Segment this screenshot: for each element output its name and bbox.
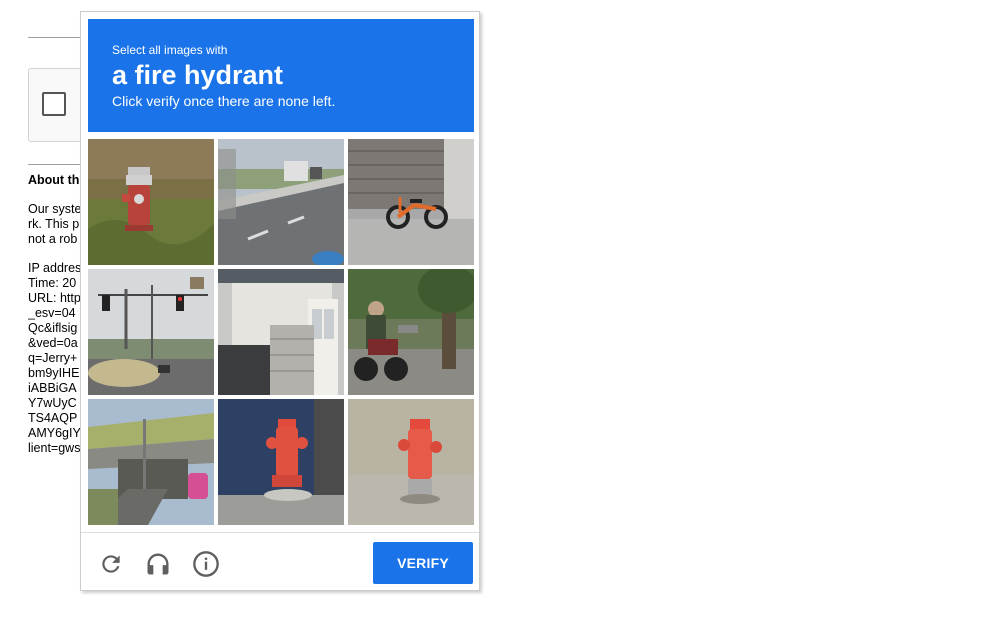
- info-line: AMY6gIY: [28, 426, 81, 440]
- info-line: q=Jerry+: [28, 351, 78, 365]
- tile-image-hydrant-grass: [88, 139, 214, 265]
- audio-challenge-button[interactable]: [143, 549, 173, 579]
- tile-image-hydrant-wall: [348, 399, 474, 525]
- about-section: About th Our syste rk. This p not a rob …: [28, 173, 88, 456]
- tile-image-motorcycle: [348, 269, 474, 395]
- image-tile[interactable]: [348, 139, 474, 265]
- image-tile[interactable]: [88, 139, 214, 265]
- help-info-button[interactable]: [191, 549, 221, 579]
- headphones-icon: [147, 553, 169, 575]
- image-tile[interactable]: [348, 269, 474, 395]
- image-tile[interactable]: [218, 269, 344, 395]
- tile-image-balance-bike: [348, 139, 474, 265]
- tile-image-road: [218, 139, 344, 265]
- info-line: IP addres: [28, 261, 82, 275]
- info-line: Y7wUyC: [28, 396, 77, 410]
- info-line: bm9yIHE: [28, 366, 80, 380]
- request-info: IP addres Time: 20 URL: http _esv=04 Qc&…: [28, 261, 88, 456]
- info-line: Time: 20: [28, 276, 77, 290]
- image-grid: [88, 139, 474, 525]
- page-divider-top: [28, 37, 88, 38]
- image-tile[interactable]: [348, 399, 474, 525]
- info-line: lient=gws: [28, 441, 81, 455]
- reload-button[interactable]: [96, 549, 126, 579]
- tile-image-hydrant-sidewalk: [218, 399, 344, 525]
- image-tile[interactable]: [88, 399, 214, 525]
- info-line: TS4AQP: [28, 411, 78, 425]
- recaptcha-checkbox[interactable]: [42, 92, 66, 116]
- reload-icon: [102, 555, 120, 573]
- tile-image-house-entrance: [218, 269, 344, 395]
- info-line: URL: http: [28, 291, 81, 305]
- target-object: a fire hydrant: [112, 60, 284, 90]
- captcha-challenge-dialog: Select all images with a fire hydrant Cl…: [80, 11, 480, 591]
- image-tile[interactable]: [218, 399, 344, 525]
- prompt-intro: Select all images with: [112, 43, 228, 57]
- image-tile[interactable]: [88, 269, 214, 395]
- paragraph-line: Our syste: [28, 202, 82, 216]
- tile-image-overpass: [88, 399, 214, 525]
- recaptcha-checkbox-widget: [28, 68, 88, 142]
- info-line: _esv=04: [28, 306, 76, 320]
- about-heading: About th: [28, 173, 80, 187]
- info-line: iABBiGA: [28, 381, 77, 395]
- page-divider-middle: [28, 164, 88, 165]
- info-icon: [193, 551, 219, 577]
- info-line: &ved=0a: [28, 336, 78, 350]
- challenge-header: Select all images with a fire hydrant Cl…: [88, 19, 474, 132]
- about-paragraph: Our syste rk. This p not a rob: [28, 202, 88, 247]
- paragraph-line: not a rob: [28, 232, 78, 246]
- image-tile[interactable]: [218, 139, 344, 265]
- info-line: Qc&iflsig: [28, 321, 78, 335]
- paragraph-line: rk. This p: [28, 217, 80, 231]
- verify-button[interactable]: VERIFY: [373, 542, 473, 584]
- tile-image-traffic-light: [88, 269, 214, 395]
- instruction: Click verify once there are none left.: [112, 93, 336, 109]
- footer-divider: [81, 532, 479, 533]
